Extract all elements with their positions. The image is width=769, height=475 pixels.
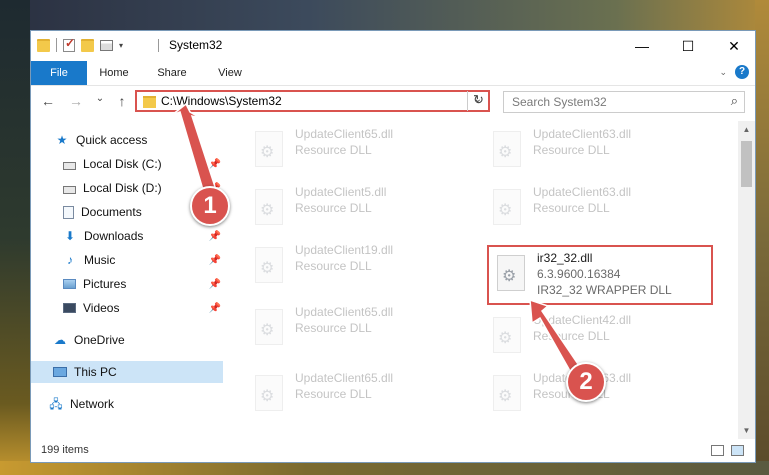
callout-arrows bbox=[171, 102, 583, 380]
callout-badge-1: 1 bbox=[190, 186, 230, 226]
callout-badge-2: 2 bbox=[566, 362, 606, 402]
